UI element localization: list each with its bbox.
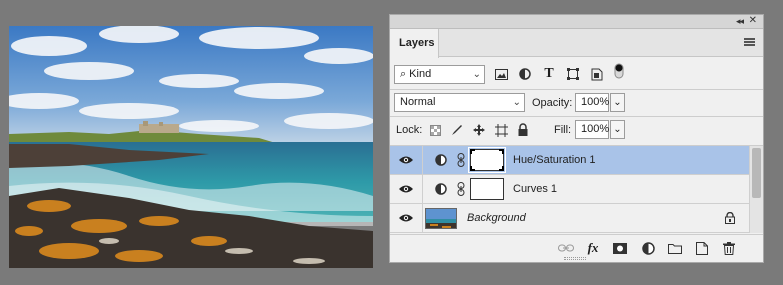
layer-locked-icon[interactable] <box>725 212 735 224</box>
adjustment-filter-icon[interactable] <box>518 67 532 81</box>
layer-name[interactable]: Curves 1 <box>513 183 557 195</box>
fill-label: Fill: <box>554 124 572 136</box>
chevron-down-icon: ⌄ <box>512 97 521 108</box>
lock-position-icon[interactable] <box>472 123 486 137</box>
image-filter-icon[interactable] <box>494 67 508 81</box>
search-icon: ⌕ <box>400 68 407 80</box>
scrollbar-thumb[interactable] <box>752 148 761 198</box>
delete-layer-icon[interactable] <box>721 241 737 255</box>
add-mask-icon[interactable] <box>612 241 628 255</box>
layer-row-hue-saturation[interactable]: Hue/Saturation 1 <box>390 146 749 175</box>
filter-kind-value: Kind <box>409 68 432 80</box>
panel-footer: fx <box>390 234 763 261</box>
shape-filter-icon[interactable] <box>566 67 580 81</box>
fill-dropdown-button[interactable]: ⌄ <box>610 120 625 139</box>
mask-corner <box>470 149 475 154</box>
panel-titlebar[interactable]: ◂◂ ✕ <box>390 15 763 29</box>
layer-mask-thumbnail[interactable] <box>470 178 504 200</box>
mask-corner <box>470 166 475 171</box>
layer-mask-thumbnail[interactable] <box>468 147 506 173</box>
filter-toggle-icon[interactable] <box>612 63 626 79</box>
layers-scrollbar[interactable] <box>749 146 763 233</box>
collapse-panel-icon[interactable]: ◂◂ <box>736 16 744 27</box>
layer-filter-row: ⌕ Kind ⌄ T <box>390 62 763 88</box>
visibility-eye-icon[interactable] <box>399 155 413 165</box>
lock-all-icon[interactable] <box>516 122 530 136</box>
lock-row: Lock: Fill: 100% ⌄ <box>390 118 763 142</box>
mask-link-icon[interactable] <box>457 182 465 196</box>
opacity-input[interactable]: 100% <box>575 93 609 112</box>
layer-row-curves[interactable]: Curves 1 <box>390 175 749 204</box>
coastal-landscape-image <box>9 26 373 268</box>
link-layers-icon[interactable] <box>558 241 574 255</box>
fill-input[interactable]: 100% <box>575 120 609 139</box>
panel-resize-grip[interactable] <box>564 257 586 260</box>
lock-label: Lock: <box>396 124 423 136</box>
layers-panel: ◂◂ ✕ Layers ⌕ Kind ⌄ T Normal ⌄ Opacity:… <box>389 14 764 263</box>
layer-name[interactable]: Hue/Saturation 1 <box>513 154 596 166</box>
filter-kind-select[interactable]: ⌕ Kind ⌄ <box>394 65 485 84</box>
adjustment-layer-icon <box>435 154 447 166</box>
column-separator <box>422 146 423 174</box>
lock-artboard-icon[interactable] <box>494 123 508 137</box>
smart-object-filter-icon[interactable] <box>590 67 604 81</box>
fx-icon[interactable]: fx <box>585 240 601 255</box>
type-filter-icon[interactable]: T <box>542 66 556 81</box>
lock-transparent-pixels-icon[interactable] <box>428 123 442 137</box>
mask-link-icon[interactable] <box>457 153 465 167</box>
opacity-dropdown-button[interactable]: ⌄ <box>610 93 625 112</box>
column-separator <box>422 175 423 203</box>
lock-image-pixels-icon[interactable] <box>450 123 464 137</box>
panel-menu-icon[interactable] <box>744 38 755 46</box>
visibility-eye-icon[interactable] <box>399 213 413 223</box>
divider <box>390 116 763 117</box>
blend-mode-value: Normal <box>400 96 436 108</box>
mask-corner <box>499 166 504 171</box>
visibility-eye-icon[interactable] <box>399 184 413 194</box>
blend-mode-select[interactable]: Normal ⌄ <box>394 93 525 112</box>
opacity-label: Opacity: <box>532 97 573 109</box>
new-adjustment-icon[interactable] <box>640 241 656 255</box>
tab-layers[interactable]: Layers <box>390 29 439 58</box>
close-panel-icon[interactable]: ✕ <box>749 15 757 26</box>
chevron-down-icon: ⌄ <box>472 69 481 80</box>
new-group-icon[interactable] <box>667 241 683 255</box>
divider <box>390 89 763 90</box>
canvas-photo[interactable] <box>9 26 373 268</box>
column-separator <box>422 204 423 232</box>
adjustment-layer-icon <box>435 183 447 195</box>
mask-corner <box>499 149 504 154</box>
layer-name[interactable]: Background <box>467 212 526 224</box>
layer-row-background[interactable]: Background <box>390 204 749 233</box>
layers-list: Hue/Saturation 1 Curves 1 Background <box>390 146 749 233</box>
panel-tab-row: Layers <box>390 29 763 58</box>
new-layer-icon[interactable] <box>694 241 710 255</box>
layer-image-thumbnail[interactable] <box>425 208 457 229</box>
blend-row: Normal ⌄ Opacity: 100% ⌄ <box>390 91 763 115</box>
